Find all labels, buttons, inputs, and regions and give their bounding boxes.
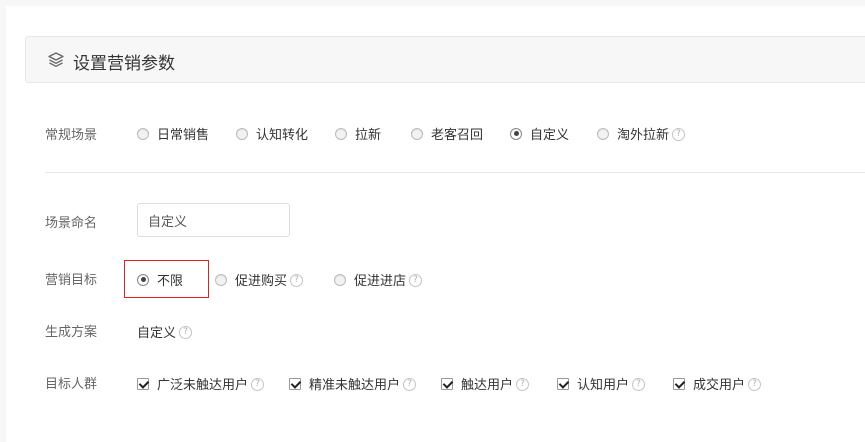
scene-name-label: 场景命名 [45, 216, 98, 231]
option-label: 促进进店 [354, 274, 407, 289]
scene-option-awareness[interactable]: 认知转化 [236, 124, 308, 143]
scene-option-acquisition[interactable]: 拉新 [335, 124, 381, 143]
option-label: 老客召回 [431, 128, 484, 143]
radio-button[interactable] [335, 127, 347, 140]
help-icon[interactable]: ? [403, 378, 417, 391]
audience-option-converted[interactable]: 成交用户 ? [673, 374, 762, 393]
scene-label: 常规场景 [45, 128, 98, 143]
goal-option-promote-purchase[interactable]: 促进购买 ? [215, 270, 304, 289]
option-label: 促进购买 [235, 274, 288, 289]
option-label: 认知转化 [256, 128, 309, 143]
option-label: 触达用户 [461, 378, 514, 393]
help-icon[interactable]: ? [632, 378, 646, 391]
help-icon[interactable]: ? [409, 274, 423, 287]
help-icon[interactable]: ? [748, 378, 762, 391]
radio-button[interactable] [334, 273, 346, 286]
option-label: 拉新 [355, 128, 382, 143]
help-icon[interactable]: ? [672, 128, 686, 141]
radio-button[interactable] [236, 127, 248, 140]
radio-button[interactable] [597, 127, 609, 140]
help-icon[interactable]: ? [179, 326, 193, 339]
goal-option-unlimited[interactable]: 不限 [137, 270, 183, 289]
option-label: 认知用户 [577, 378, 630, 393]
option-label: 淘外拉新 [617, 128, 670, 143]
help-icon[interactable]: ? [516, 378, 530, 391]
option-label: 自定义 [530, 128, 570, 143]
option-label: 广泛未触达用户 [157, 378, 249, 393]
audience-option-reached[interactable]: 触达用户 ? [441, 374, 530, 393]
radio-button-checked[interactable] [510, 127, 522, 140]
scene-option-recall[interactable]: 老客召回 [411, 124, 483, 143]
section-header: 设置营销参数 [25, 36, 865, 83]
plan-value-text: 自定义 [137, 326, 177, 341]
audience-option-aware[interactable]: 认知用户 ? [557, 374, 646, 393]
checkbox-checked[interactable] [137, 377, 149, 390]
checkbox-checked[interactable] [557, 377, 569, 390]
divider [45, 172, 865, 173]
scene-name-input[interactable] [137, 203, 290, 237]
audience-option-precise-unreached[interactable]: 精准未触达用户 ? [289, 374, 417, 393]
radio-button[interactable] [137, 127, 149, 140]
option-label: 日常销售 [157, 128, 210, 143]
section-title: 设置营销参数 [73, 54, 175, 74]
option-label: 成交用户 [693, 378, 746, 393]
radio-button[interactable] [411, 127, 423, 140]
radio-button[interactable] [215, 273, 227, 286]
audience-option-broad-unreached[interactable]: 广泛未触达用户 ? [137, 374, 265, 393]
layers-icon [47, 51, 65, 69]
option-label: 不限 [157, 274, 184, 289]
plan-value: 自定义 ? [137, 322, 193, 341]
scene-option-external-acquisition[interactable]: 淘外拉新 ? [597, 124, 686, 143]
option-label: 精准未触达用户 [309, 378, 401, 393]
goal-option-promote-visit[interactable]: 促进进店 ? [334, 270, 423, 289]
radio-button-checked[interactable] [137, 273, 149, 286]
scene-option-custom[interactable]: 自定义 [510, 124, 569, 143]
checkbox-checked[interactable] [289, 377, 301, 390]
goal-label: 营销目标 [45, 273, 98, 288]
help-icon[interactable]: ? [290, 274, 304, 287]
plan-label: 生成方案 [45, 325, 98, 340]
audience-label: 目标人群 [45, 377, 98, 392]
checkbox-checked[interactable] [441, 377, 453, 390]
scene-option-daily-sales[interactable]: 日常销售 [137, 124, 209, 143]
help-icon[interactable]: ? [251, 378, 265, 391]
checkbox-checked[interactable] [673, 377, 685, 390]
